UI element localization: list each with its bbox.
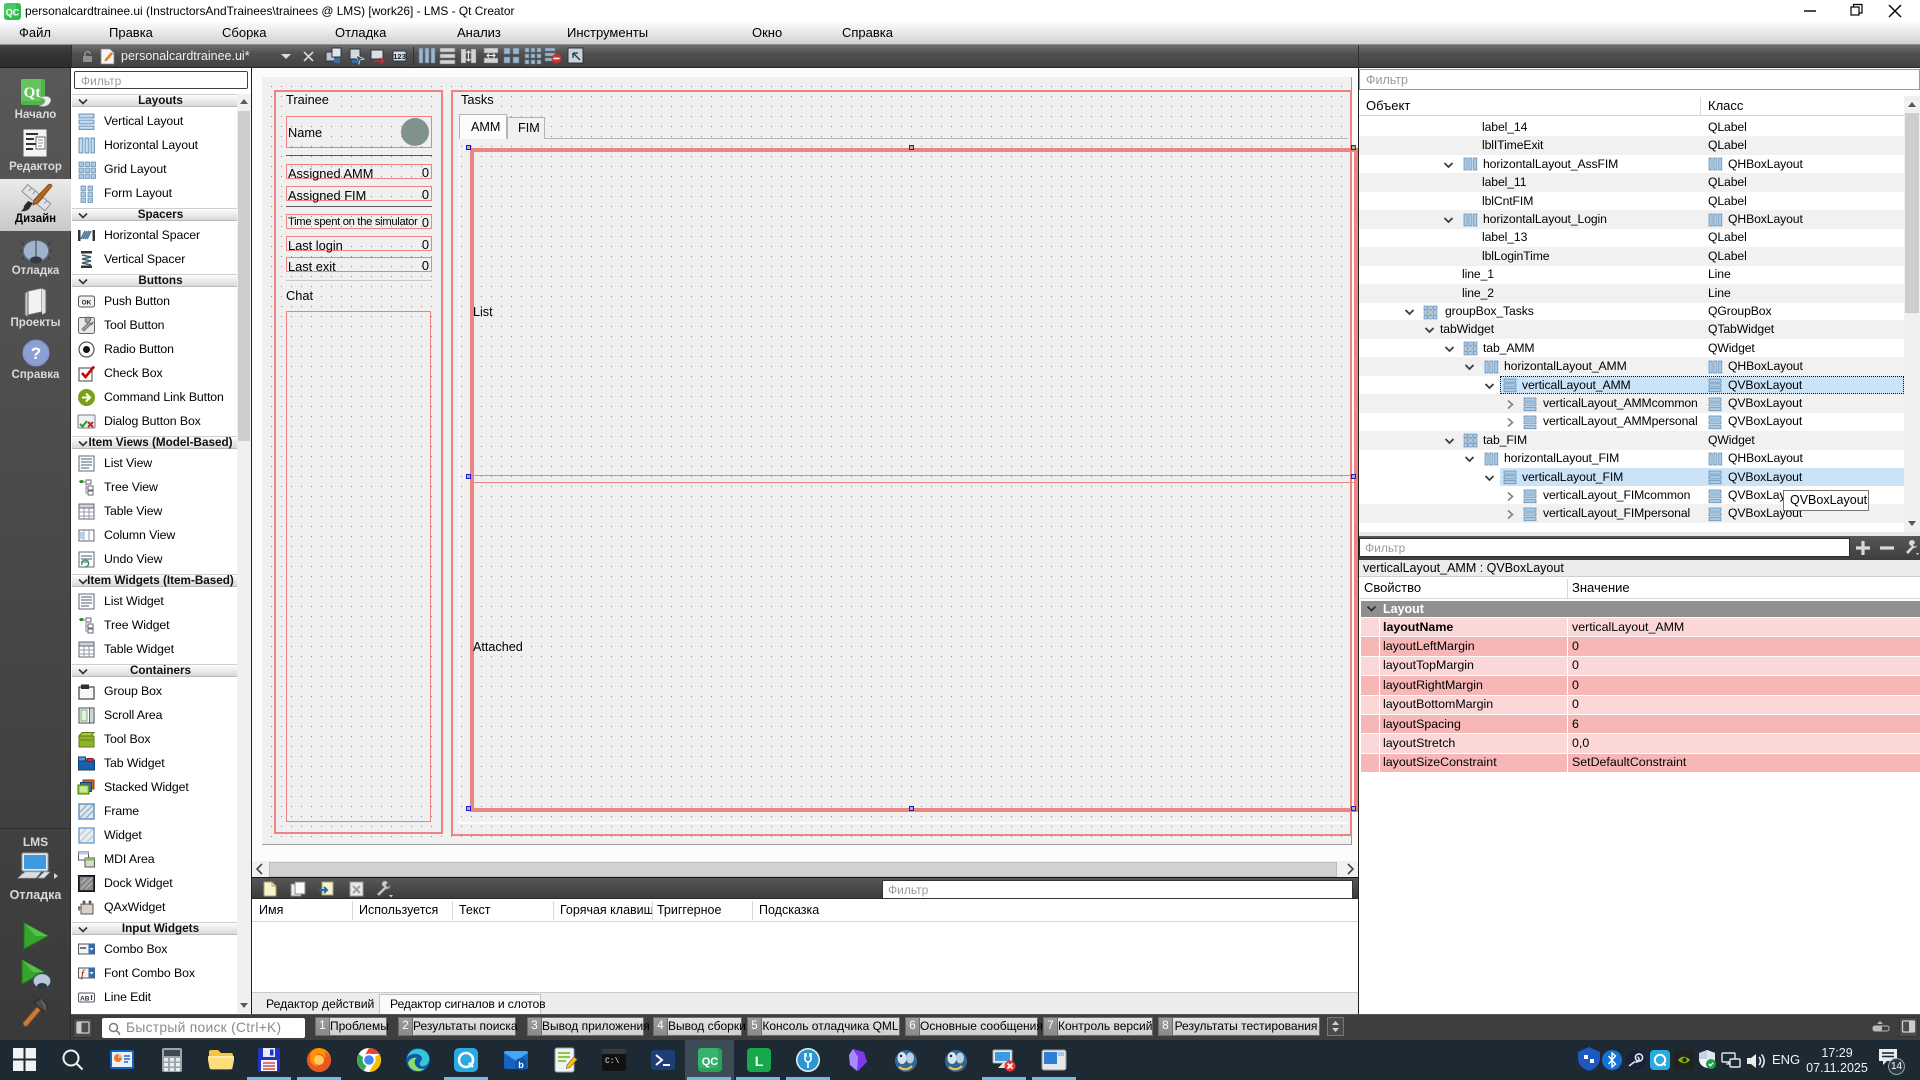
svg-text:123: 123 bbox=[393, 52, 406, 61]
svg-text:QC: QC bbox=[6, 8, 20, 18]
svg-text:C:\: C:\ bbox=[605, 1057, 620, 1066]
svg-text:QC: QC bbox=[702, 1056, 719, 1068]
svg-text:?: ? bbox=[31, 344, 41, 363]
svg-text:AB: AB bbox=[80, 996, 90, 1003]
svg-text:Qt: Qt bbox=[24, 85, 41, 101]
svg-text:b: b bbox=[518, 1060, 524, 1070]
svg-text:OK: OK bbox=[82, 300, 92, 307]
svg-text:L: L bbox=[755, 1053, 764, 1069]
